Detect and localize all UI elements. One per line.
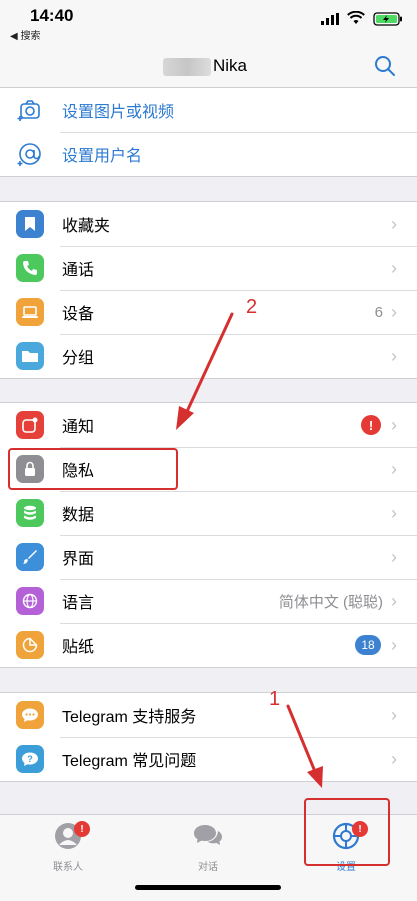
chevron-right-icon: › — [391, 634, 397, 655]
bookmark-icon — [16, 210, 44, 238]
settings-highlight-box — [304, 798, 390, 866]
calls-label: 通话 — [62, 262, 95, 279]
laptop-icon — [16, 298, 44, 326]
chevron-right-icon: › — [391, 502, 397, 523]
camera-add-icon — [16, 96, 44, 124]
chevron-right-icon: › — [391, 546, 397, 567]
chat-bubble-icon — [16, 701, 44, 729]
back-to-search-link[interactable]: ◀ 搜索 — [10, 27, 40, 42]
favorites-label: 收藏夹 — [62, 218, 111, 235]
folder-icon — [16, 342, 44, 370]
chevron-right-icon: › — [391, 590, 397, 611]
support-row[interactable]: Telegram 支持服务 › — [0, 693, 417, 737]
navigation-header: Nika — [0, 44, 417, 88]
appearance-row[interactable]: 界面 › — [0, 535, 417, 579]
language-value: 简体中文 (聪聪) — [278, 593, 383, 611]
annotation-number-1: 1 — [269, 688, 281, 710]
set-username-row[interactable]: 设置用户名 — [0, 132, 417, 176]
notification-icon — [16, 411, 44, 439]
phone-icon — [16, 254, 44, 282]
stickers-row[interactable]: 贴纸 18 › — [0, 623, 417, 667]
set-photo-row[interactable]: 设置图片或视频 — [0, 88, 417, 132]
home-indicator — [135, 885, 281, 890]
support-label: Telegram 支持服务 — [62, 709, 197, 726]
wifi-icon — [347, 11, 365, 24]
favorites-row[interactable]: 收藏夹 › — [0, 202, 417, 246]
data-label: 数据 — [62, 507, 95, 524]
tab-contacts-label: 联系人 — [53, 862, 83, 873]
svg-text:?: ? — [27, 754, 33, 764]
appearance-label: 界面 — [62, 551, 95, 568]
blurred-username — [163, 58, 211, 76]
chevron-right-icon: › — [391, 458, 397, 479]
chevron-right-icon: › — [391, 257, 397, 278]
calls-row[interactable]: 通话 › — [0, 246, 417, 290]
language-row[interactable]: 语言 简体中文 (聪聪) › — [0, 579, 417, 623]
chevron-right-icon: › — [391, 213, 397, 234]
battery-charging-icon — [373, 12, 402, 26]
chevron-right-icon: › — [391, 414, 397, 435]
annotation-number-2: 2 — [246, 296, 258, 318]
tab-chats-label: 对话 — [198, 862, 218, 873]
chats-icon — [194, 825, 222, 845]
search-icon[interactable] — [373, 54, 397, 78]
status-bar: 14:40 ◀ 搜索 — [0, 0, 417, 44]
chevron-right-icon: › — [391, 704, 397, 725]
chevron-right-icon: › — [391, 345, 397, 366]
brush-icon — [16, 543, 44, 571]
data-storage-row[interactable]: 数据 › — [0, 491, 417, 535]
language-label: 语言 — [62, 595, 95, 612]
question-icon: ? — [16, 745, 44, 773]
profile-section: 设置图片或视频 设置用户名 — [0, 88, 417, 177]
stickers-label: 贴纸 — [62, 639, 95, 656]
annotation-arrow-1 — [286, 704, 323, 788]
tab-contacts[interactable]: ! 联系人 — [28, 821, 108, 873]
at-sign-icon — [16, 140, 44, 168]
settings-group-3: Telegram 支持服务 › ? Telegram 常见问题 › — [0, 692, 417, 782]
settings-group-2: 通知 ! › 隐私 › 数据 › 界面 › 语言 简体中文 (聪聪) › 贴纸 … — [0, 402, 417, 668]
devices-count: 6 — [374, 303, 383, 321]
set-username-label: 设置用户名 — [62, 148, 143, 165]
contacts-badge: ! — [74, 821, 90, 837]
globe-icon — [16, 587, 44, 615]
profile-name: Nika — [213, 56, 248, 75]
status-time: 14:40 — [30, 6, 74, 25]
tab-chats[interactable]: 对话 — [168, 821, 248, 873]
notifications-alert-badge: ! — [361, 415, 381, 435]
chevron-right-icon: › — [391, 748, 397, 769]
cellular-signal-icon — [321, 13, 339, 25]
faq-row[interactable]: ? Telegram 常见问题 › — [0, 737, 417, 781]
stickers-count-badge: 18 — [355, 635, 381, 655]
set-photo-label: 设置图片或视频 — [62, 104, 175, 121]
sticker-icon — [16, 631, 44, 659]
faq-label: Telegram 常见问题 — [62, 753, 197, 770]
annotation-arrow-2 — [176, 312, 234, 430]
privacy-highlight-box — [8, 448, 178, 490]
chevron-right-icon: › — [391, 301, 397, 322]
database-icon — [16, 499, 44, 527]
